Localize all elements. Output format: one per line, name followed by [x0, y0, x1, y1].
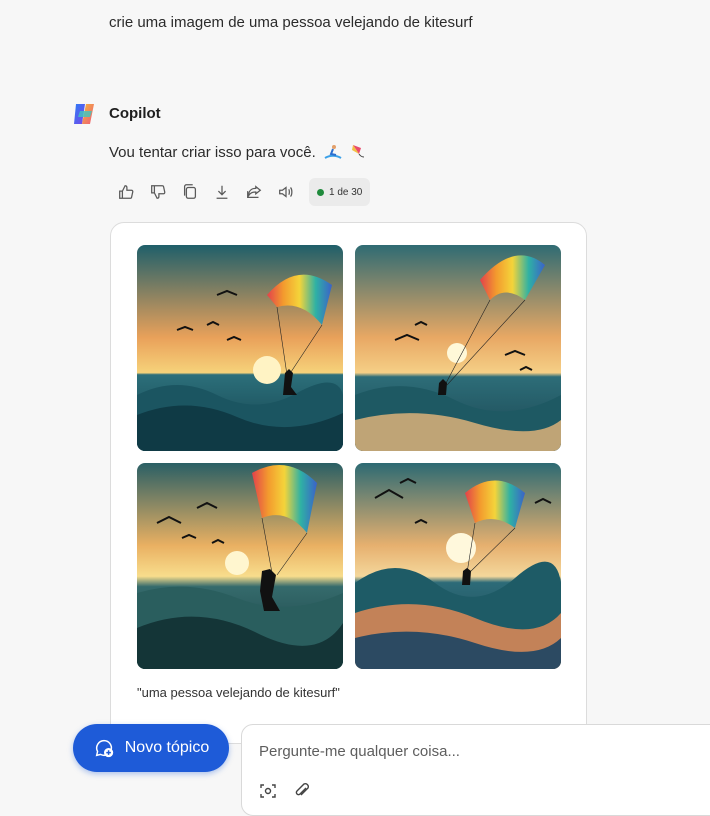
share-icon[interactable]	[241, 179, 267, 205]
generated-image-3[interactable]	[137, 463, 343, 669]
user-message: crie uma imagem de uma pessoa velejando …	[109, 14, 473, 31]
bot-name: Copilot	[109, 105, 161, 122]
new-topic-label: Novo tópico	[124, 739, 210, 756]
generated-image-4[interactable]	[355, 463, 561, 669]
new-topic-button[interactable]: Novo tópico	[73, 724, 229, 772]
generated-image-1[interactable]	[137, 245, 343, 451]
image-results-card: "uma pessoa velejando de kitesurf"	[110, 222, 587, 744]
copy-icon[interactable]	[177, 179, 203, 205]
image-scan-icon[interactable]	[258, 781, 278, 801]
chat-input[interactable]	[257, 739, 661, 763]
download-icon[interactable]	[209, 179, 235, 205]
thumbs-down-icon[interactable]	[145, 179, 171, 205]
speaker-icon[interactable]	[273, 179, 299, 205]
message-actions: 1 de 30	[113, 177, 371, 207]
bot-message-text: Vou tentar criar isso para você.	[109, 144, 316, 161]
thumbs-up-icon[interactable]	[113, 179, 139, 205]
chat-composer	[241, 724, 710, 816]
bot-message: Vou tentar criar isso para você.	[109, 144, 366, 164]
copilot-logo	[72, 101, 98, 127]
generated-image-2[interactable]	[355, 245, 561, 451]
counter-text: 1 de 30	[329, 186, 363, 198]
kite-emoji-icon	[350, 144, 366, 164]
status-dot	[317, 188, 324, 196]
image-caption: "uma pessoa velejando de kitesurf"	[137, 685, 340, 700]
attach-icon[interactable]	[292, 781, 312, 801]
surfer-emoji-icon	[324, 144, 342, 164]
new-chat-icon	[95, 739, 113, 758]
image-counter-badge: 1 de 30	[309, 178, 371, 206]
